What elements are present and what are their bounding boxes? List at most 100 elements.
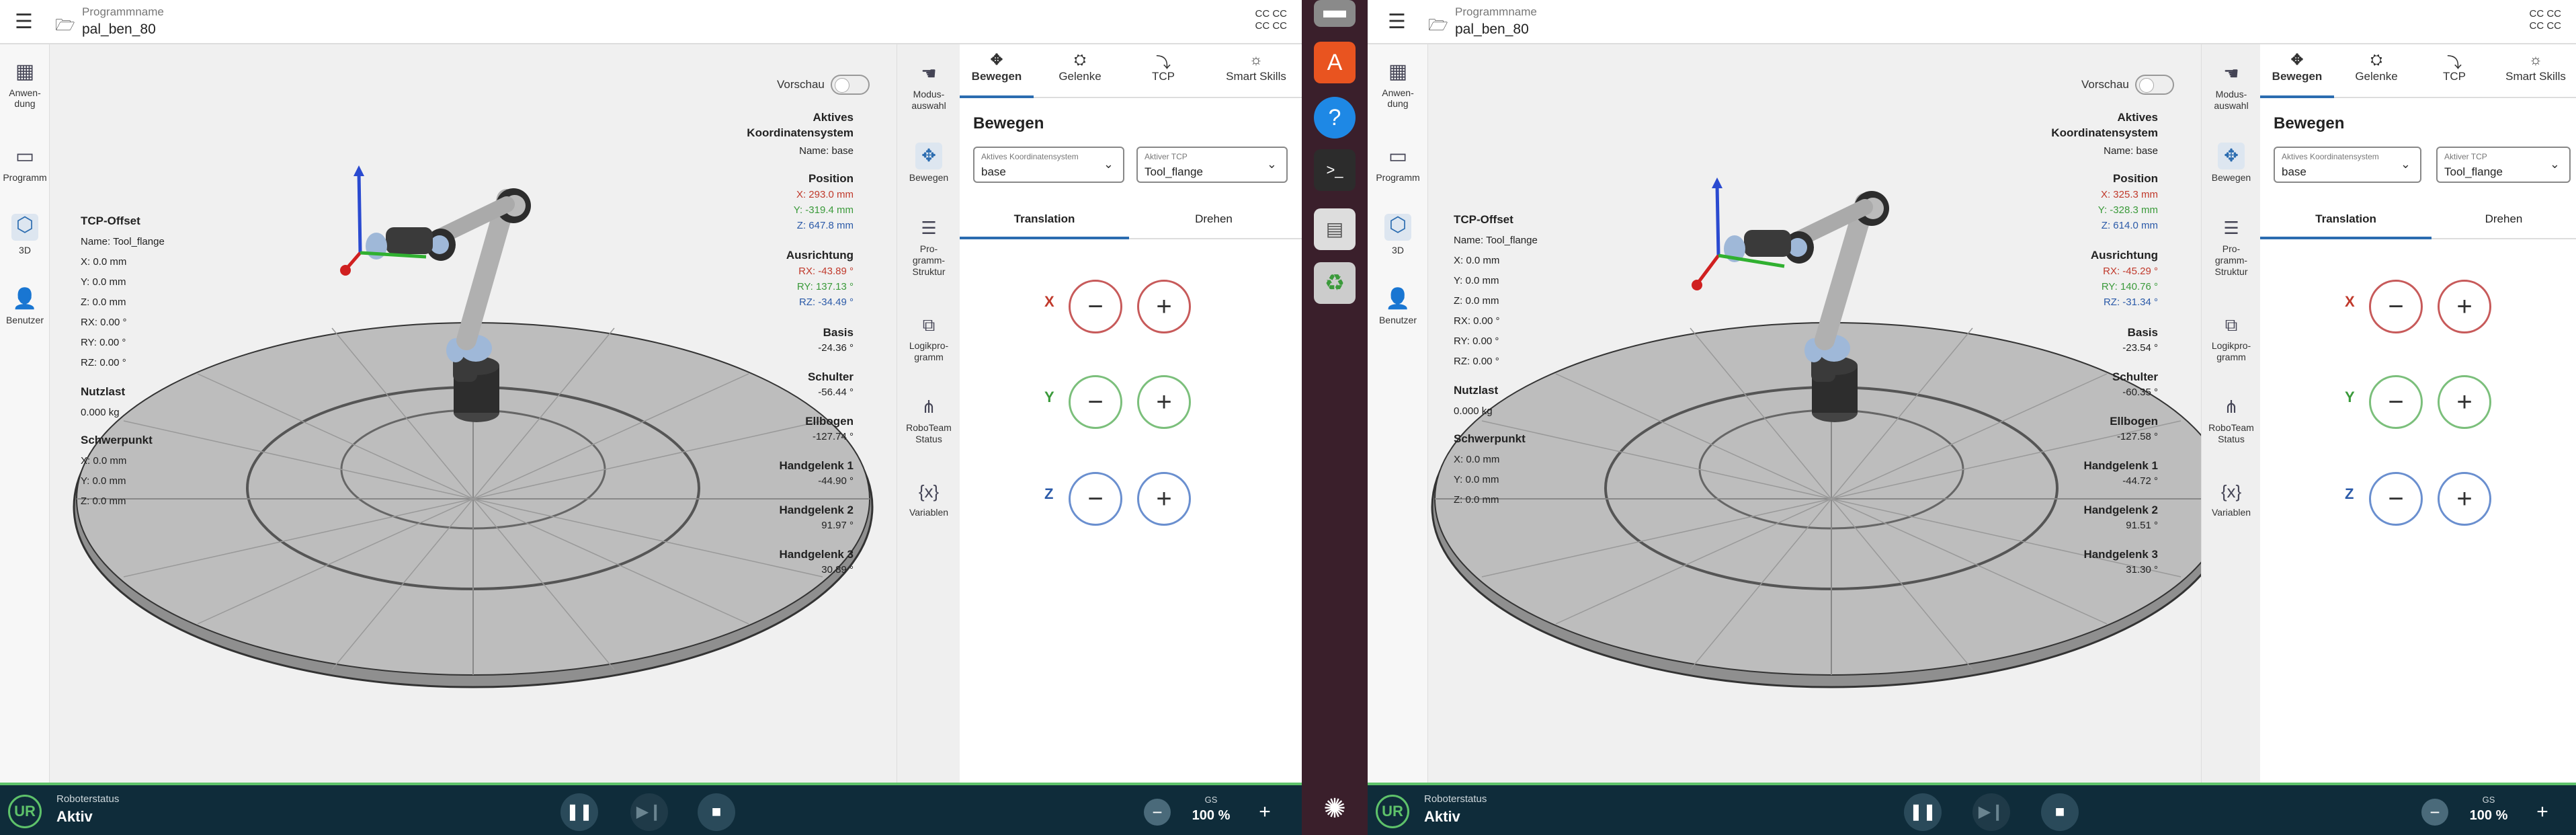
- tab-logic-program[interactable]: ⧉ Logikpro- gramm: [2202, 312, 2261, 363]
- top-bar: ☰ 🗁 Programmname pal_ben_80 CC CC CC CC: [1368, 0, 2576, 44]
- axis-x-label: X: [2345, 293, 2355, 310]
- dock-app-icon[interactable]: ▬: [1314, 0, 1356, 27]
- nav-application[interactable]: ▦ Anwen- dung: [1368, 61, 1428, 109]
- tab-bewegen[interactable]: ✥ Bewegen: [960, 51, 1034, 98]
- menu-icon[interactable]: ☰: [1388, 12, 1408, 32]
- disk-icon[interactable]: ▤: [1314, 208, 1356, 250]
- help-icon[interactable]: ?: [1314, 97, 1356, 138]
- move-subtabs: Translation Drehen: [960, 203, 1302, 239]
- x-plus-button[interactable]: +: [1137, 280, 1191, 333]
- y-minus-button[interactable]: −: [2369, 375, 2423, 429]
- tab-gelenke[interactable]: ⛭ Gelenke: [2339, 51, 2413, 83]
- z-plus-button[interactable]: +: [1137, 472, 1191, 526]
- tab-tcp[interactable]: ⤵ TCP: [1126, 51, 1200, 83]
- tab-move[interactable]: ✥ Bewegen: [2202, 143, 2261, 184]
- z-minus-button[interactable]: −: [1069, 472, 1122, 526]
- nav-3d[interactable]: ⬡ 3D: [1368, 214, 1428, 255]
- tab-mode-select[interactable]: ☚ Modus- auswahl: [2202, 61, 2261, 112]
- cube-icon: ⬡: [11, 214, 38, 241]
- x-minus-button[interactable]: −: [1069, 280, 1122, 333]
- x-minus-button[interactable]: −: [2369, 280, 2423, 333]
- lightbulb-icon: ☼: [1249, 51, 1263, 68]
- ubuntu-logo-icon[interactable]: ✺: [1314, 788, 1356, 830]
- robot-status-value: Aktiv: [56, 808, 93, 825]
- stop-button[interactable]: ■: [698, 793, 735, 831]
- side-tabs: ☚ Modus- auswahl ✥ Bewegen ☰ Pro- gramm- St…: [897, 44, 960, 783]
- tcp-select[interactable]: Aktiver TCP Tool_flange ⌄: [2436, 147, 2571, 183]
- payload-panel: Nutzlast 0.000 kg: [1454, 384, 1499, 417]
- preview-toggle[interactable]: [831, 75, 870, 95]
- speed-minus-button[interactable]: −: [2421, 799, 2448, 826]
- speed-minus-button[interactable]: −: [1144, 799, 1171, 826]
- variables-icon: {x}: [2220, 481, 2242, 502]
- tab-variables[interactable]: {x} Variablen: [897, 479, 960, 518]
- x-plus-button[interactable]: +: [2438, 280, 2491, 333]
- nav-program[interactable]: ▭ Programm: [1368, 145, 1428, 183]
- preview-toggle[interactable]: [2135, 75, 2174, 95]
- axis-z-label: Z: [1044, 485, 1054, 502]
- 3d-viewport[interactable]: Vorschau TCP-Offset Name: Tool_flange X: 0…: [50, 44, 897, 783]
- nav-3d[interactable]: ⬡ 3D: [0, 214, 50, 255]
- z-plus-button[interactable]: +: [2438, 472, 2491, 526]
- folder-icon[interactable]: 🗁: [1428, 13, 1448, 41]
- tab-tcp[interactable]: ⤵ TCP: [2417, 51, 2491, 83]
- tab-smart-skills[interactable]: ☼ Smart Skills: [1214, 51, 1298, 83]
- stop-button[interactable]: ■: [2041, 793, 2079, 831]
- tab-rotate[interactable]: Drehen: [2432, 212, 2576, 226]
- tcp-select[interactable]: Aktiver TCP Tool_flange ⌄: [1136, 147, 1288, 183]
- speed-plus-button[interactable]: +: [2529, 799, 2556, 826]
- tcp-offset-panel: TCP-Offset Name: Tool_flange X: 0.0 mm Y: 0…: [1454, 213, 1538, 367]
- chevron-down-icon: ⌄: [1103, 157, 1114, 171]
- logic-icon: ⧉: [2225, 315, 2238, 335]
- tab-logic-program[interactable]: ⧉ Logikpro- gramm: [897, 312, 960, 363]
- coord-system-select[interactable]: Aktives Koordinatensystem base ⌄: [2274, 147, 2421, 183]
- pause-button[interactable]: ❚❚: [1904, 793, 1942, 831]
- mode-icon: ☚: [921, 63, 937, 83]
- nav-user[interactable]: 👤 Benutzer: [1368, 288, 1428, 325]
- program-name[interactable]: pal_ben_80: [1455, 22, 1529, 38]
- move-icon: ✥: [2290, 51, 2304, 68]
- step-button[interactable]: ▶❙: [1972, 793, 2010, 831]
- cc-indicator: CC CC CC CC: [1255, 8, 1288, 32]
- tab-program-structure[interactable]: ☰ Pro- gramm- Struktur: [2202, 215, 2261, 278]
- tab-mode-select[interactable]: ☚ Modus- auswahl: [897, 61, 960, 112]
- folder-icon[interactable]: 🗁: [55, 13, 75, 41]
- tab-move[interactable]: ✥ Bewegen: [897, 143, 960, 184]
- tab-gelenke[interactable]: ⛭ Gelenke: [1043, 51, 1117, 83]
- y-plus-button[interactable]: +: [2438, 375, 2491, 429]
- move-panel: ✥ Bewegen ⛭ Gelenke ⤵ TCP ☼ Smart Skills Bew…: [2260, 44, 2576, 783]
- tab-translation[interactable]: Translation: [960, 212, 1129, 239]
- grid-icon: ▦: [15, 61, 35, 83]
- y-minus-button[interactable]: −: [1069, 375, 1122, 429]
- tcp-icon: ⤵: [2446, 54, 2462, 71]
- tab-translation[interactable]: Translation: [2260, 212, 2432, 239]
- tab-roboteam-status[interactable]: ⋔ RoboTeam Status: [897, 394, 960, 445]
- software-center-icon[interactable]: A: [1314, 42, 1356, 83]
- move-icon: ✥: [2218, 143, 2245, 169]
- nav-program[interactable]: ▭ Programm: [0, 145, 50, 183]
- tab-program-structure[interactable]: ☰ Pro- gramm- Struktur: [897, 215, 960, 278]
- axis-y-label: Y: [1044, 389, 1054, 405]
- terminal-icon[interactable]: >_: [1314, 149, 1356, 191]
- speed-value: 100 %: [1192, 808, 1231, 823]
- nav-application[interactable]: ▦ Anwen- dung: [0, 61, 50, 109]
- 3d-viewport[interactable]: Vorschau TCP-Offset Name: Tool_flange X: 0…: [1428, 44, 2201, 783]
- coord-system-select[interactable]: Aktives Koordinatensystem base ⌄: [973, 147, 1124, 183]
- menu-icon[interactable]: ☰: [15, 12, 35, 32]
- speed-plus-button[interactable]: +: [1251, 799, 1278, 826]
- list-icon: ☰: [921, 218, 937, 238]
- robot-status-label: Roboterstatus: [56, 793, 120, 805]
- pause-button[interactable]: ❚❚: [560, 793, 598, 831]
- tab-bewegen[interactable]: ✥ Bewegen: [2260, 51, 2334, 98]
- trash-icon[interactable]: ♻: [1314, 262, 1356, 304]
- tab-rotate[interactable]: Drehen: [1129, 212, 1298, 226]
- axis-y-label: Y: [2345, 389, 2355, 405]
- step-button[interactable]: ▶❙: [630, 793, 668, 831]
- tab-smart-skills[interactable]: ☼ Smart Skills: [2495, 51, 2576, 83]
- z-minus-button[interactable]: −: [2369, 472, 2423, 526]
- tab-variables[interactable]: {x} Variablen: [2202, 479, 2261, 518]
- nav-user[interactable]: 👤 Benutzer: [0, 288, 50, 325]
- program-name[interactable]: pal_ben_80: [82, 22, 156, 38]
- tab-roboteam-status[interactable]: ⋔ RoboTeam Status: [2202, 394, 2261, 445]
- y-plus-button[interactable]: +: [1137, 375, 1191, 429]
